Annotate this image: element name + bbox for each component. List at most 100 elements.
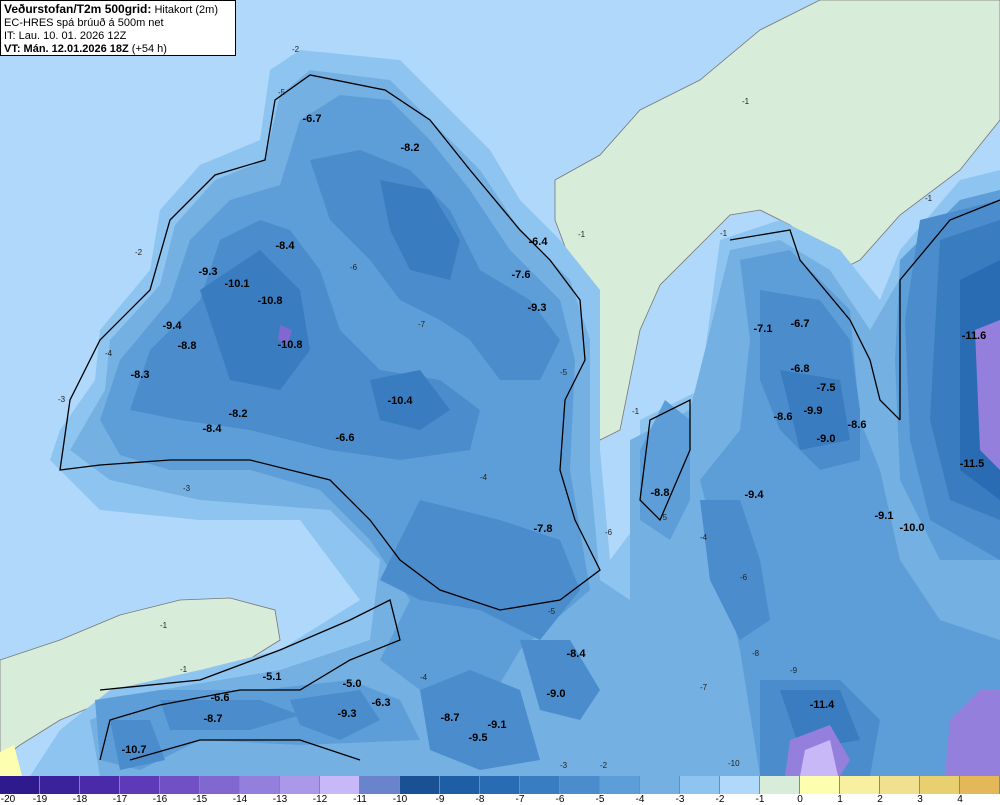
colorbar-swatch (320, 776, 360, 794)
temperature-value-label: -8.4 (567, 648, 587, 660)
contour-label: -1 (180, 665, 188, 674)
colorbar-swatch (760, 776, 800, 794)
temperature-value-label: -10.8 (277, 339, 302, 351)
temperature-value-label: -9.3 (199, 266, 218, 278)
temperature-value-label: -8.6 (848, 419, 867, 431)
colorbar-tick-label: 3 (917, 794, 923, 805)
colorbar-swatch (920, 776, 960, 794)
temperature-value-label: -7.1 (754, 323, 773, 335)
temperature-value-label: -8.3 (131, 369, 150, 381)
temperature-value-label: -11.5 (960, 458, 984, 470)
contour-label: -2 (135, 248, 143, 257)
temperature-value-label: -8.2 (229, 408, 248, 420)
colorbar-swatch (40, 776, 80, 794)
colorbar-tick-label: -19 (32, 794, 48, 805)
temperature-value-label: -11.4 (810, 699, 835, 711)
temperature-value-label: -9.1 (488, 719, 507, 731)
temperature-value-label: -10.4 (387, 395, 413, 407)
temperature-value-label: -6.3 (372, 697, 391, 709)
temperature-value-label: -5.0 (343, 678, 362, 690)
contour-label: -2 (600, 761, 608, 770)
temperature-value-label: -10.0 (899, 522, 924, 534)
temperature-value-label: -5.1 (263, 671, 282, 683)
contour-label: -5 (278, 88, 286, 97)
temperature-value-label: -6.8 (791, 363, 810, 375)
colorbar-swatch (800, 776, 840, 794)
colorbar-swatch (200, 776, 240, 794)
colorbar-tick-label: -8 (475, 794, 485, 805)
contour-label: -1 (925, 194, 933, 203)
contour-label: -6 (350, 263, 358, 272)
temperature-value-label: -10.1 (224, 278, 249, 290)
temperature-value-label: -7.8 (534, 523, 553, 535)
colorbar-tick-label: -20 (0, 794, 16, 805)
colorbar-swatch (360, 776, 400, 794)
temperature-value-label: -7.6 (512, 269, 531, 281)
colorbar-legend: -20 -19 -18 -17 -16 -15 -14 -13 -12 -11 -10 -9 -8 -7-… (0, 776, 1000, 805)
contour-label: -7 (418, 320, 426, 329)
contour-label: -5 (660, 513, 668, 522)
temperature-value-label: -8.4 (276, 240, 296, 252)
colorbar-tick-label: -9 (435, 794, 445, 805)
colorbar-tick-label: -6 (555, 794, 565, 805)
colorbar-swatch (280, 776, 320, 794)
temperature-value-label: -8.4 (203, 423, 223, 435)
contour-label: -1 (742, 97, 750, 106)
colorbar-tick-label: -3 (675, 794, 685, 805)
map-title: Veðurstofan/T2m 500grid: Hitakort (2m) (4, 2, 218, 17)
temperature-value-label: -9.1 (875, 510, 894, 522)
model-description: EC-HRES spá brúuð á 500m net (4, 17, 164, 29)
colorbar-tick-label: 1 (837, 794, 843, 805)
colorbar-swatch (120, 776, 160, 794)
contour-label: -5 (560, 368, 568, 377)
temperature-value-label: -9.3 (338, 708, 357, 720)
contour-label: -8 (752, 649, 760, 658)
colorbar-swatch (840, 776, 880, 794)
colorbar-tick-label: 2 (877, 794, 883, 805)
contour-label: -9 (790, 666, 798, 675)
colorbar-swatch (960, 776, 1000, 794)
temperature-value-label: -8.7 (204, 713, 223, 725)
contour-label: -4 (480, 473, 488, 482)
contour-label: -1 (720, 229, 728, 238)
contour-label: -10 (728, 759, 740, 768)
colorbar-swatch (160, 776, 200, 794)
colorbar-tick-label: -13 (272, 794, 288, 805)
contour-label: -1 (632, 407, 640, 416)
temperature-value-label: -8.8 (651, 487, 670, 499)
colorbar-swatch (600, 776, 640, 794)
contour-label: -2 (292, 45, 300, 54)
colorbar-tick-label: -15 (192, 794, 208, 805)
temperature-value-label: -8.8 (178, 340, 197, 352)
colorbar-swatch (80, 776, 120, 794)
colorbar-swatch (880, 776, 920, 794)
colorbar-swatch (240, 776, 280, 794)
colorbar-tick-label: -1 (755, 794, 765, 805)
colorbar-tick-label: -10 (392, 794, 408, 805)
contour-label: -1 (160, 621, 168, 630)
colorbar-swatch (720, 776, 760, 794)
colorbar-tick-label: 0 (797, 794, 803, 805)
colorbar-tick-label: -16 (152, 794, 168, 805)
temperature-map: -6.7 -8.2 -8.4 -9.3 -10.1 -6.4 -7.6 -9.3 -10.8 -9… (0, 0, 1000, 776)
colorbar-swatches (0, 776, 1000, 794)
temperature-value-label: -9.3 (528, 302, 547, 314)
temperature-value-label: -9.5 (469, 732, 488, 744)
colorbar-tick-label: -2 (715, 794, 725, 805)
contour-label: -6 (605, 528, 613, 537)
temperature-value-label: -6.4 (529, 236, 549, 248)
contour-label: -3 (560, 761, 568, 770)
temperature-value-label: -8.6 (774, 411, 793, 423)
colorbar-swatch (680, 776, 720, 794)
init-time: IT: Lau. 10. 01. 2026 12Z (4, 30, 127, 42)
contour-label: -7 (700, 683, 708, 692)
contour-label: -4 (420, 673, 428, 682)
colorbar-tick-label: 4 (957, 794, 963, 805)
temperature-value-label: -8.2 (401, 142, 420, 154)
colorbar-tick-label: -14 (232, 794, 248, 805)
colorbar-swatch (480, 776, 520, 794)
contour-label: -3 (58, 395, 66, 404)
map-info-box: Veðurstofan/T2m 500grid: Hitakort (2m) E… (0, 0, 236, 56)
temperature-value-label: -10.7 (121, 744, 146, 756)
temperature-value-label: -10.8 (257, 295, 282, 307)
